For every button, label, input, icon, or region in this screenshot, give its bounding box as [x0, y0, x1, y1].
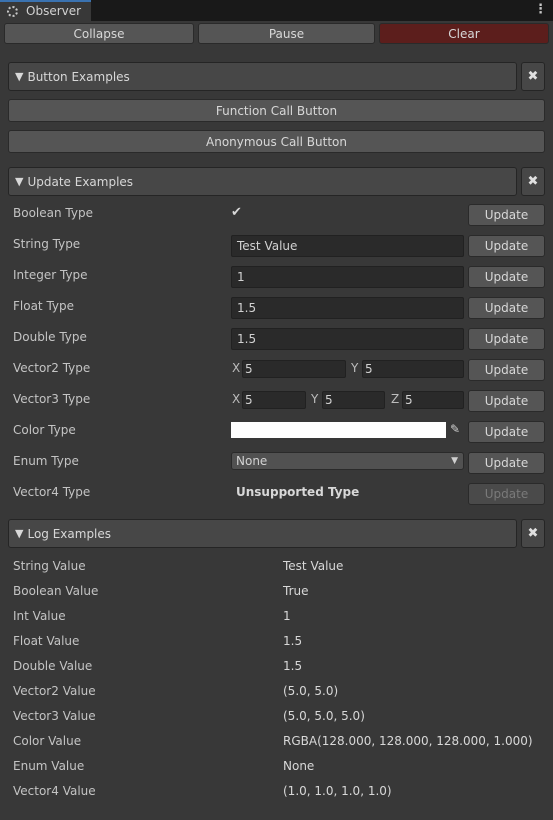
double-type-label: Double Type — [13, 330, 87, 344]
window-titlebar: Observer ⋮ — [0, 0, 553, 22]
unsupported-type-text: Unsupported Type — [236, 485, 360, 499]
log-label-color: Color Value — [13, 734, 82, 748]
log-label-vector4: Vector4 Value — [13, 784, 96, 798]
log-value-int: 1 — [283, 609, 291, 623]
close-section-button[interactable]: ✖ — [521, 62, 545, 91]
pause-button[interactable]: Pause — [198, 23, 375, 44]
string-field[interactable]: Test Value — [231, 235, 464, 257]
float-type-label: Float Type — [13, 299, 75, 313]
section-header-update-examples[interactable]: ▼ Update Examples — [8, 167, 517, 196]
boolean-type-label: Boolean Type — [13, 206, 93, 220]
enum-selected-value: None — [236, 454, 268, 468]
function-call-button[interactable]: Function Call Button — [8, 99, 545, 122]
color-swatch-field[interactable] — [231, 422, 446, 438]
close-section-button[interactable]: ✖ — [521, 519, 545, 548]
boolean-checkbox[interactable]: ✔ — [231, 205, 242, 220]
foldout-triangle-icon: ▼ — [15, 70, 24, 83]
log-value-float: 1.5 — [283, 634, 303, 648]
foldout-triangle-icon: ▼ — [15, 175, 24, 188]
log-value-color: RGBA(128.000, 128.000, 128.000, 1.000) — [283, 734, 533, 748]
observer-panel: Collapse Pause Clear ▼ Button Examples ✖… — [0, 21, 553, 820]
enum-dropdown[interactable]: None ▼ — [231, 452, 464, 470]
log-value-enum: None — [283, 759, 315, 773]
string-type-label: String Type — [13, 237, 81, 251]
log-label-boolean: Boolean Value — [13, 584, 99, 598]
log-label-vector3: Vector3 Value — [13, 709, 96, 723]
update-button-integer[interactable]: Update — [468, 266, 545, 288]
section-header-button-examples[interactable]: ▼ Button Examples — [8, 62, 517, 91]
vector3-x-axis-label: X — [232, 392, 241, 406]
update-button-float[interactable]: Update — [468, 297, 545, 319]
vector2-type-label: Vector2 Type — [13, 361, 91, 375]
double-field[interactable]: 1.5 — [231, 328, 464, 350]
update-button-vector3[interactable]: Update — [468, 390, 545, 412]
vector3-x-field[interactable]: 5 — [242, 391, 306, 409]
close-section-button[interactable]: ✖ — [521, 167, 545, 196]
enum-type-label: Enum Type — [13, 454, 79, 468]
log-label-float: Float Value — [13, 634, 80, 648]
log-label-int: Int Value — [13, 609, 66, 623]
log-value-double: 1.5 — [283, 659, 303, 673]
vector2-y-field[interactable]: 5 — [362, 360, 464, 378]
update-button-enum[interactable]: Update — [468, 452, 545, 474]
update-button-vector4: Update — [468, 483, 545, 505]
update-button-boolean[interactable]: Update — [468, 204, 545, 226]
close-icon: ✖ — [527, 174, 539, 189]
log-value-vector2: (5.0, 5.0) — [283, 684, 339, 698]
vector2-x-axis-label: X — [232, 361, 241, 375]
log-value-vector4: (1.0, 1.0, 1.0, 1.0) — [283, 784, 392, 798]
vector4-type-label: Vector4 Type — [13, 485, 91, 499]
collapse-button[interactable]: Collapse — [4, 23, 194, 44]
vector3-y-axis-label: Y — [311, 392, 319, 406]
log-label-vector2: Vector2 Value — [13, 684, 96, 698]
observer-icon — [7, 6, 18, 17]
anonymous-call-button[interactable]: Anonymous Call Button — [8, 130, 545, 153]
log-value-vector3: (5.0, 5.0, 5.0) — [283, 709, 365, 723]
update-button-vector2[interactable]: Update — [468, 359, 545, 381]
log-value-boolean: True — [283, 584, 309, 598]
integer-field[interactable]: 1 — [231, 266, 464, 288]
close-icon: ✖ — [527, 526, 539, 541]
clear-button[interactable]: Clear — [379, 23, 549, 44]
section-title: Button Examples — [27, 69, 130, 84]
vector3-z-field[interactable]: 5 — [402, 391, 464, 409]
update-button-string[interactable]: Update — [468, 235, 545, 257]
section-header-log-examples[interactable]: ▼ Log Examples — [8, 519, 517, 548]
float-field[interactable]: 1.5 — [231, 297, 464, 319]
kebab-menu-icon[interactable]: ⋮ — [534, 1, 547, 19]
integer-type-label: Integer Type — [13, 268, 88, 282]
log-label-string: String Value — [13, 559, 86, 573]
close-icon: ✖ — [527, 69, 539, 84]
tab-observer[interactable]: Observer — [0, 0, 91, 22]
color-type-label: Color Type — [13, 423, 76, 437]
vector3-z-axis-label: Z — [391, 392, 400, 406]
log-value-string: Test Value — [283, 559, 344, 573]
log-label-double: Double Value — [13, 659, 93, 673]
vector3-type-label: Vector3 Type — [13, 392, 91, 406]
section-title: Log Examples — [27, 526, 112, 541]
foldout-triangle-icon: ▼ — [15, 527, 24, 540]
log-label-enum: Enum Value — [13, 759, 85, 773]
section-title: Update Examples — [27, 174, 134, 189]
vector2-x-field[interactable]: 5 — [242, 360, 346, 378]
update-button-double[interactable]: Update — [468, 328, 545, 350]
chevron-down-icon: ▼ — [451, 456, 458, 466]
vector2-y-axis-label: Y — [351, 361, 359, 375]
update-button-color[interactable]: Update — [468, 421, 545, 443]
vector3-y-field[interactable]: 5 — [322, 391, 385, 409]
tab-title: Observer — [26, 4, 82, 18]
eyedropper-icon[interactable]: ✎ — [450, 422, 460, 436]
